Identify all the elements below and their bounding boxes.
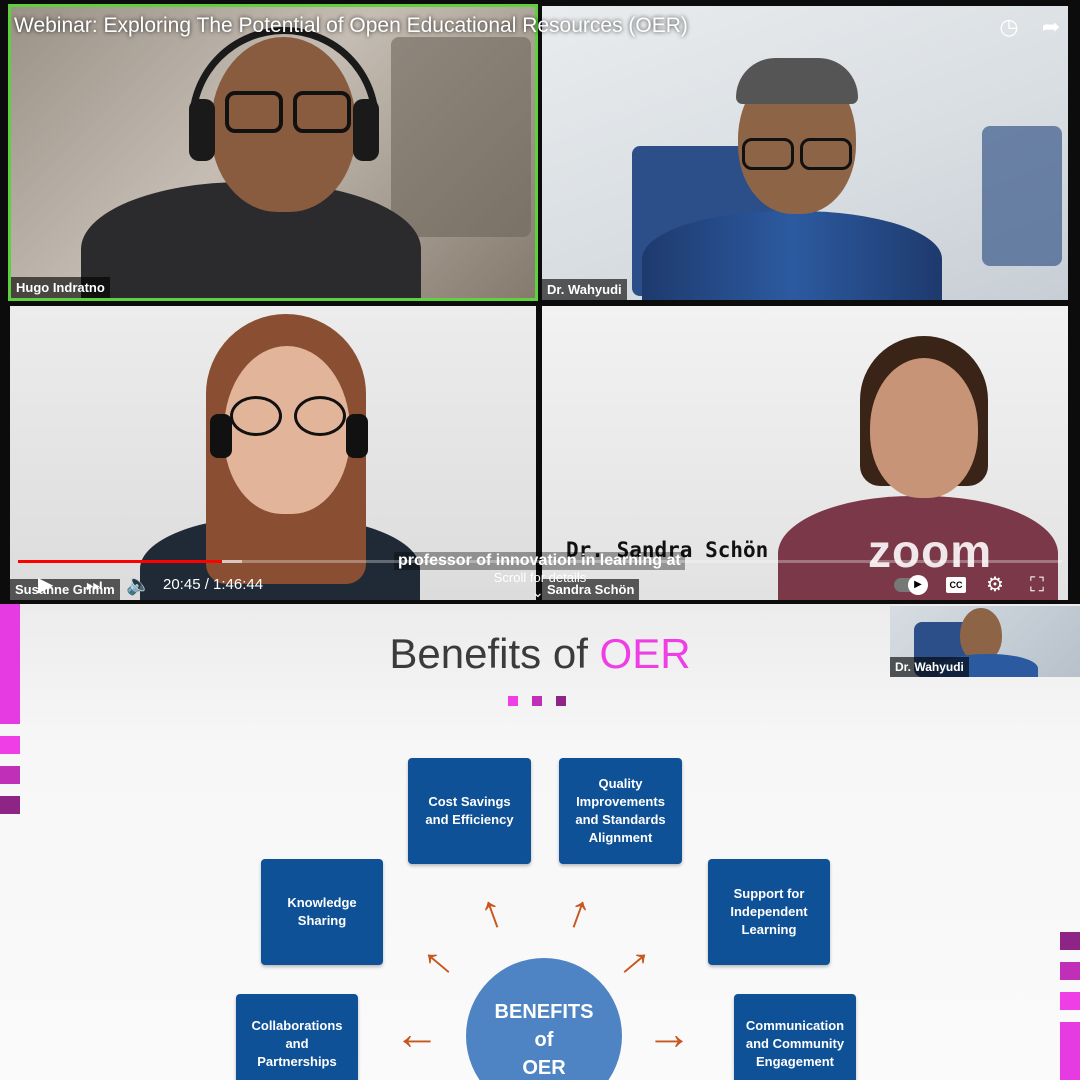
benefit-box: Quality Improvements and Standards Align… bbox=[559, 758, 682, 864]
benefit-box: Knowledge Sharing bbox=[261, 859, 383, 965]
next-icon[interactable]: ⏭ bbox=[86, 568, 102, 602]
hub-label-line: OER bbox=[522, 1057, 566, 1079]
player-controls: ▶ ⏭ 🔈 20:45 / 1:46:44 ▶ CC ⚙ ⛶ bbox=[0, 568, 1080, 602]
decorative-bar bbox=[0, 766, 20, 784]
captions-icon[interactable]: CC bbox=[946, 577, 966, 593]
participant-tile-hugo: Hugo Indratno bbox=[8, 4, 538, 301]
arrow-icon: ↑ bbox=[408, 935, 463, 987]
benefit-box: Collaborations and Partnerships bbox=[236, 994, 358, 1080]
arrow-icon: ↑ bbox=[559, 882, 600, 940]
participant-name-label: Dr. Wahyudi bbox=[542, 279, 627, 300]
volume-icon[interactable]: 🔈 bbox=[126, 568, 151, 602]
benefit-box: Support for Independent Learning bbox=[708, 859, 830, 965]
play-icon[interactable]: ▶ bbox=[38, 568, 53, 602]
fullscreen-icon[interactable]: ⛶ bbox=[1030, 568, 1044, 602]
slide-title-accent: OER bbox=[599, 630, 691, 677]
arrow-icon: ↑ bbox=[471, 882, 512, 940]
video-title[interactable]: Webinar: Exploring The Potential of Open… bbox=[14, 14, 688, 38]
gear-icon[interactable]: ⚙ bbox=[986, 568, 1004, 602]
benefits-hub: BENEFITS of OER bbox=[466, 958, 622, 1080]
benefit-box: Cost Savings and Efficiency bbox=[408, 758, 531, 864]
progress-bar[interactable] bbox=[18, 560, 1062, 563]
video-player[interactable]: Hugo Indratno Dr. Wahyudi Susanne Grimm … bbox=[0, 0, 1080, 604]
benefit-box: Communication and Community Engagement bbox=[734, 994, 856, 1080]
decorative-bar bbox=[0, 796, 20, 814]
arrow-icon: ← bbox=[394, 1007, 440, 1059]
decorative-bar bbox=[1060, 1022, 1080, 1080]
decorative-bar bbox=[1060, 932, 1080, 950]
share-icon[interactable]: ➦ bbox=[1038, 14, 1064, 40]
pip-participant-video: Dr. Wahyudi bbox=[890, 606, 1080, 677]
hub-label-line: BENEFITS bbox=[494, 1001, 594, 1023]
title-dots bbox=[508, 696, 566, 706]
pip-name-label: Dr. Wahyudi bbox=[890, 657, 969, 677]
hub-label-line: of bbox=[534, 1029, 554, 1051]
autoplay-toggle[interactable]: ▶ bbox=[894, 575, 928, 595]
time-display: 20:45 / 1:46:44 bbox=[163, 576, 264, 593]
arrow-icon: → bbox=[646, 1007, 692, 1059]
decorative-bar bbox=[1060, 962, 1080, 980]
clock-icon[interactable]: ◷ bbox=[996, 14, 1022, 40]
progress-played bbox=[18, 560, 222, 563]
participant-tile-wahyudi: Dr. Wahyudi bbox=[542, 6, 1068, 300]
arrow-icon: ↑ bbox=[610, 935, 665, 987]
presentation-slide: Benefits of OER Dr. Wahyudi Cost Savings… bbox=[0, 604, 1080, 1080]
decorative-bar bbox=[0, 736, 20, 754]
decorative-bar bbox=[1060, 992, 1080, 1010]
slide-title-prefix: Benefits of bbox=[389, 630, 600, 677]
play-icon: ▶ bbox=[908, 575, 928, 595]
participant-name-label: Hugo Indratno bbox=[11, 277, 110, 298]
